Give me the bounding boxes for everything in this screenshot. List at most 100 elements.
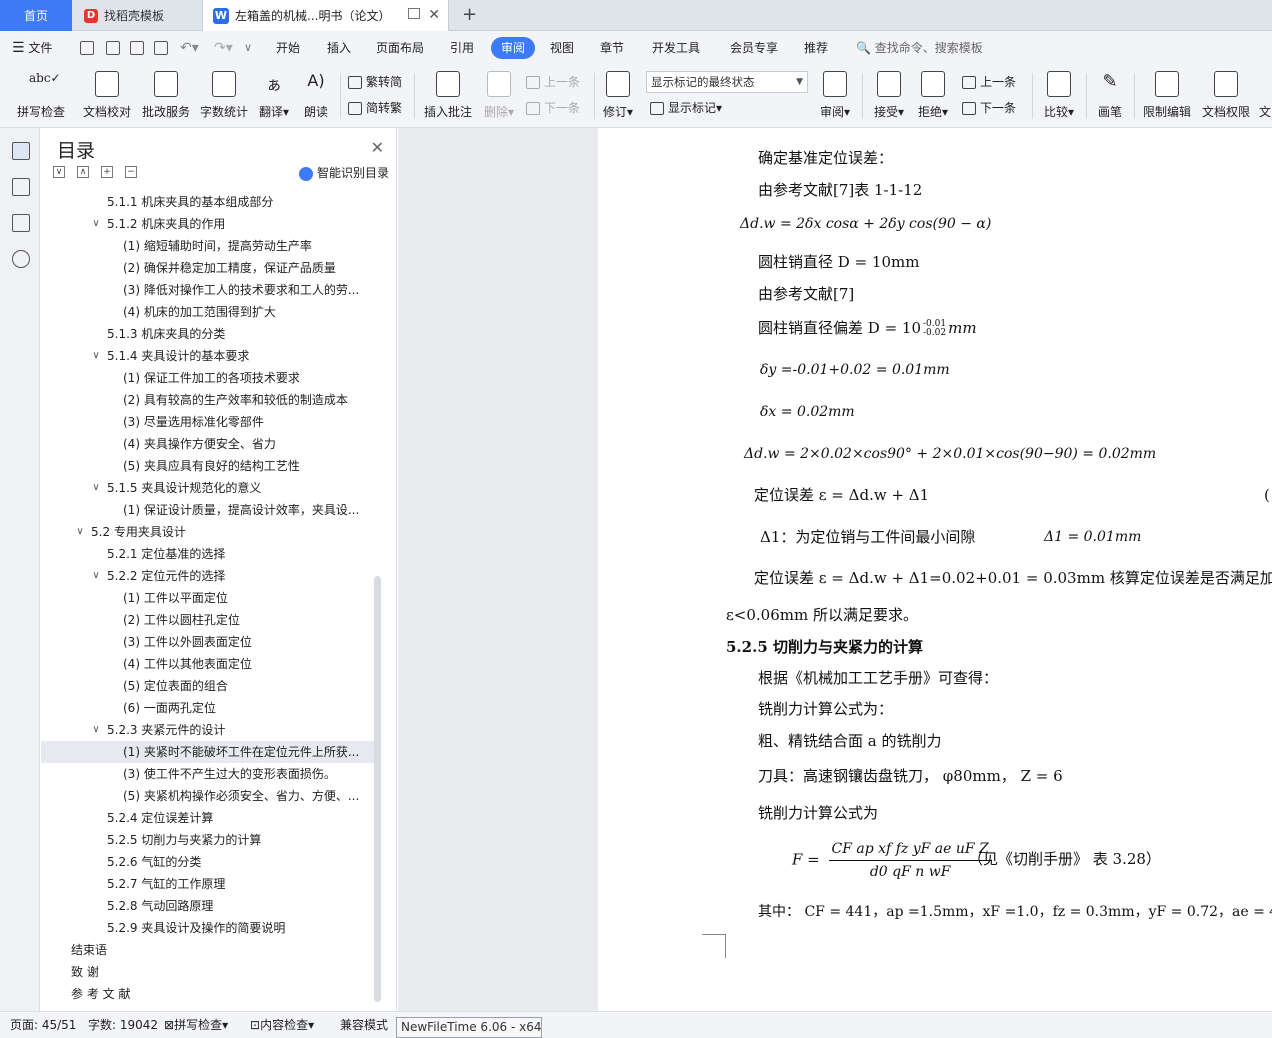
toc-scrollbar[interactable] — [374, 576, 381, 1002]
restrict-edit-button[interactable]: 限制编辑 — [1140, 65, 1194, 128]
menu-view[interactable]: 视图 — [550, 31, 574, 65]
toc-item[interactable]: 5.2.8 气动回路原理 — [41, 895, 375, 917]
show-markup-button[interactable]: 显示标记▾ — [650, 97, 722, 119]
toc-item[interactable]: 5.2.6 气缸的分类 — [41, 851, 375, 873]
prev-change-button[interactable]: 上一条 — [962, 71, 1016, 93]
toc-item[interactable]: 5.1.3 机床夹具的分类 — [41, 323, 375, 345]
next-comment-button[interactable]: 下一条 — [526, 97, 580, 119]
expand-all-icon[interactable]: ∧ — [77, 166, 89, 178]
toc-item[interactable]: (6) 一面两孔定位 — [41, 697, 375, 719]
toc-item[interactable]: ∨ 5.2.2 定位元件的选择 — [41, 565, 375, 587]
toc-item[interactable]: (3) 尽量选用标准化零部件 — [41, 411, 375, 433]
toc-item[interactable]: (4) 机床的加工范围得到扩大 — [41, 301, 375, 323]
undo-icon[interactable]: ↶▾ — [180, 31, 199, 65]
chapter-nav-icon[interactable] — [12, 178, 30, 196]
menu-insert[interactable]: 插入 — [327, 31, 351, 65]
menu-recommend[interactable]: 推荐 — [804, 31, 828, 65]
toc-item[interactable]: ∨ 5.1.4 夹具设计的基本要求 — [41, 345, 375, 367]
tab-document[interactable]: W 左箱盖的机械...明书（论文） ✕ — [202, 0, 449, 31]
review-pane-button[interactable]: 审阅▾ — [816, 65, 854, 128]
spellcheck-status[interactable]: ⊠拼写检查▾ — [164, 1012, 228, 1038]
prev-comment-button[interactable]: 上一条 — [526, 71, 580, 93]
chevron-down-icon[interactable]: ∨ — [91, 345, 101, 367]
toc-item[interactable]: 5.1.1 机床夹具的基本组成部分 — [41, 191, 375, 213]
toc-item[interactable]: (4) 工件以其他表面定位 — [41, 653, 375, 675]
toc-item[interactable]: ∨ 5.1.5 夹具设计规范化的意义 — [41, 477, 375, 499]
toc-item[interactable]: (5) 定位表面的组合 — [41, 675, 375, 697]
tab-template[interactable]: D 找稻壳模板 — [74, 0, 200, 31]
trad-to-simp-button[interactable]: 繁转简 — [348, 71, 402, 93]
track-changes-button[interactable]: 修订▾ — [600, 65, 636, 128]
delete-comment-button[interactable]: 删除▾ — [480, 65, 518, 128]
add-heading-icon[interactable]: + — [101, 166, 113, 178]
collapse-all-icon[interactable]: ∨ — [53, 166, 65, 178]
toc-item[interactable]: (1) 保证设计质量，提高设计效率，夹具设... — [41, 499, 375, 521]
toc-pane-icon[interactable] — [12, 142, 30, 160]
save-icon[interactable] — [80, 41, 94, 55]
simp-to-trad-button[interactable]: 简转繁 — [348, 97, 402, 119]
overflow-button[interactable]: 文 — [1258, 65, 1272, 128]
toc-item[interactable]: ∨ 5.2.3 夹紧元件的设计 — [41, 719, 375, 741]
menu-devtools[interactable]: 开发工具 — [652, 31, 700, 65]
menu-layout[interactable]: 页面布局 — [376, 31, 424, 65]
menu-membership[interactable]: 会员专享 — [730, 31, 778, 65]
toc-item[interactable]: 参 考 文 献 — [41, 983, 375, 1005]
file-menu[interactable]: ☰ 文件 — [12, 31, 52, 65]
toc-item[interactable]: (3) 工件以外圆表面定位 — [41, 631, 375, 653]
menu-review[interactable]: 审阅 — [491, 37, 536, 59]
word-count-status[interactable]: 字数: 19042 — [88, 1012, 158, 1038]
toc-item[interactable]: 5.2.7 气缸的工作原理 — [41, 873, 375, 895]
find-icon[interactable] — [12, 250, 30, 268]
reject-button[interactable]: 拒绝▾ — [914, 65, 952, 128]
command-search[interactable]: 🔍 查找命令、搜索模板 — [856, 31, 983, 65]
toc-item[interactable]: (4) 夹具操作方便安全、省力 — [41, 433, 375, 455]
document-page[interactable]: 确定基准定位误差： 由参考文献[7]表 1-1-12 Δd.w = 2δx co… — [598, 128, 1272, 1011]
toc-item[interactable]: (1) 工件以平面定位 — [41, 587, 375, 609]
new-tab-button[interactable]: + — [462, 4, 477, 25]
toc-item[interactable]: (1) 保证工件加工的各项技术要求 — [41, 367, 375, 389]
toc-item[interactable]: ∨ 5.1.2 机床夹具的作用 — [41, 213, 375, 235]
insert-comment-button[interactable]: 插入批注 — [420, 65, 476, 128]
smart-toc-button[interactable]: 智能识别目录 — [299, 164, 389, 181]
translate-button[interactable]: ぁ 翻译▾ — [256, 65, 292, 128]
remove-heading-icon[interactable]: − — [125, 166, 137, 178]
tab-home[interactable]: 首页 — [0, 0, 72, 31]
page-indicator[interactable]: 页面: 45/51 — [10, 1012, 76, 1038]
menu-chapter[interactable]: 章节 — [600, 31, 624, 65]
toc-item[interactable]: 致 谢 — [41, 961, 375, 983]
toc-item[interactable]: 结束语 — [41, 939, 375, 961]
toc-item[interactable]: (1) 缩短辅助时间，提高劳动生产率 — [41, 235, 375, 257]
toc-item[interactable]: 5.2.1 定位基准的选择 — [41, 543, 375, 565]
toc-item[interactable]: ∨ 5.2 专用夹具设计 — [41, 521, 375, 543]
toc-item[interactable]: (3) 降低对操作工人的技术要求和工人的劳... — [41, 279, 375, 301]
chevron-down-icon[interactable]: ∨ — [91, 213, 101, 235]
menu-reference[interactable]: 引用 — [450, 31, 474, 65]
toc-item[interactable]: (5) 夹紧机构操作必须安全、省力、方便、... — [41, 785, 375, 807]
read-aloud-button[interactable]: A) 朗读 — [300, 65, 332, 128]
toc-item[interactable]: 5.2.9 夹具设计及操作的简要说明 — [41, 917, 375, 939]
doc-check-button[interactable]: 文档校对 — [80, 65, 134, 128]
close-toc-icon[interactable]: ✕ — [371, 138, 384, 157]
pen-button[interactable]: ✎ 画笔 — [1094, 65, 1126, 128]
compare-button[interactable]: 比较▾ — [1040, 65, 1078, 128]
redo-icon[interactable]: ↷▾ — [214, 31, 233, 65]
chevron-down-icon[interactable]: ∨ — [75, 521, 85, 543]
menu-start[interactable]: 开始 — [276, 31, 300, 65]
toc-item[interactable]: (3) 使工件不产生过大的变形表面损伤。 — [41, 763, 375, 785]
toc-item[interactable]: 5.2.5 切削力与夹紧力的计算 — [41, 829, 375, 851]
toc-item[interactable]: (5) 夹具应具有良好的结构工艺性 — [41, 455, 375, 477]
doc-permission-button[interactable]: 文档权限 — [1200, 65, 1252, 128]
next-change-button[interactable]: 下一条 — [962, 97, 1016, 119]
export-pdf-icon[interactable] — [106, 41, 120, 55]
chevron-down-icon[interactable]: ∨ — [91, 719, 101, 741]
word-count-button[interactable]: 字数统计 — [198, 65, 250, 128]
toc-item[interactable]: (1) 夹紧时不能破坏工件在定位元件上所获... — [41, 741, 375, 763]
batch-service-button[interactable]: 批改服务 — [140, 65, 192, 128]
spellcheck-button[interactable]: abc✓ 拼写检查 — [10, 65, 72, 128]
more-chevron-icon[interactable]: ∨ — [244, 31, 252, 65]
toc-item[interactable]: 5.2.4 定位误差计算 — [41, 807, 375, 829]
toc-item[interactable]: (2) 工件以圆柱孔定位 — [41, 609, 375, 631]
markup-state-select[interactable]: 显示标记的最终状态 ▼ — [646, 71, 808, 93]
chevron-down-icon[interactable]: ∨ — [91, 565, 101, 587]
chevron-down-icon[interactable]: ∨ — [91, 477, 101, 499]
